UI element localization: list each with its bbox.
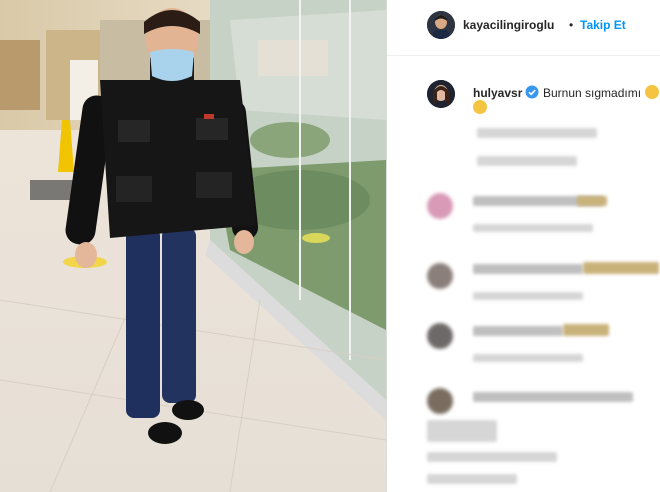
author-avatar-image [427,11,455,39]
commenter-avatar-image [427,80,455,108]
caption-text: Burnun sıgmadımı [543,86,642,100]
comment-blurred [477,156,577,166]
laughing-emoji-icon [645,85,659,99]
post-sidebar: kayacilingiroglu • Takip Et hulyavsr Bur… [386,0,660,492]
comment-meta-blurred [473,224,593,232]
comment-emoji-blurred [563,324,609,336]
comment-blurred [473,264,583,274]
comment-meta-blurred [427,474,517,484]
comment-emoji-blurred [577,196,607,206]
comment-blurred [473,326,563,336]
comment-meta-blurred [473,292,583,300]
verified-badge-icon [525,85,539,99]
comment-blurred [473,392,633,402]
comment-avatar[interactable] [427,263,453,289]
post-photo-illustration [0,0,386,492]
author-username[interactable]: kayacilingiroglu [463,18,554,32]
author-avatar[interactable] [427,11,455,39]
post-header: kayacilingiroglu • Takip Et [387,0,660,56]
comment-blurred [427,420,497,442]
comment-blurred [477,128,597,138]
separator-dot: • [569,18,574,32]
caption-username[interactable]: hulyavsr [473,86,522,100]
follow-button[interactable]: Takip Et [580,18,626,32]
comment-meta-blurred [473,354,583,362]
commenter-avatar[interactable] [427,80,455,108]
post-photo[interactable] [0,0,386,492]
comment-avatar[interactable] [427,323,453,349]
laughing-emoji-icon-2 [473,100,487,114]
comment-blurred [427,452,557,462]
comment-avatar[interactable] [427,193,453,219]
comment-avatar[interactable] [427,388,453,414]
comment-emoji-blurred [583,262,659,274]
caption-row: hulyavsr Burnun sıgmadımı [387,76,660,116]
